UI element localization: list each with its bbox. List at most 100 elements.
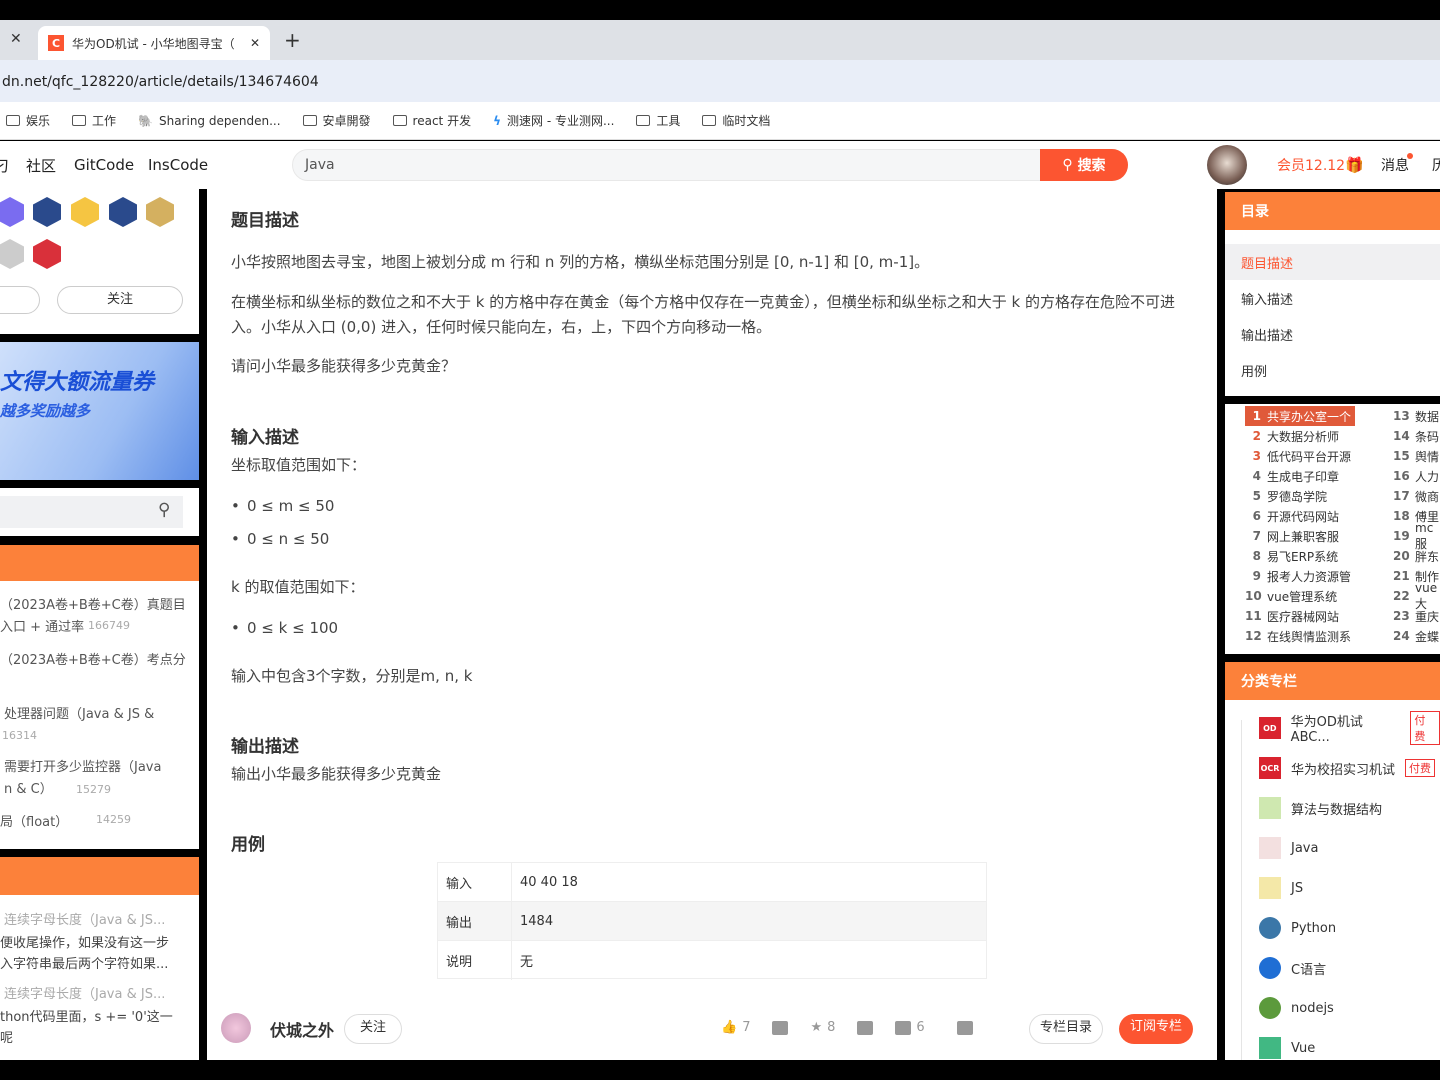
folder-icon [6,115,20,126]
hot-search-item[interactable]: 23 重庆 [1393,606,1440,626]
close-tab-icon[interactable]: ✕ [250,36,260,50]
promo-banner[interactable]: 文得大额流量券 越多奖励越多 [0,342,199,480]
hot-search-item[interactable]: 15 舆情 [1393,446,1440,466]
toc-item-description[interactable]: 题目描述 [1225,244,1440,280]
favorite-button[interactable]: ★ 8 [810,1020,835,1035]
comment-button[interactable]: 6 [895,1020,925,1035]
hot-search-item[interactable]: 2 大数据分析师 [1245,426,1355,446]
address-bar[interactable]: dn.net/qfc_128220/article/details/134674… [0,60,1440,102]
rank-number: 4 [1252,469,1261,483]
nav-gitcode[interactable]: GitCode [74,156,134,174]
hot-search-label: 金蝶 [1415,629,1440,644]
follow-author-button[interactable]: 关注 [344,1014,402,1044]
rank-number: 10 [1245,589,1262,603]
column-item[interactable]: Python [1225,908,1440,948]
hot-search-item[interactable]: 8 易飞ERP系统 [1245,546,1355,566]
hot-search-item[interactable]: 22 vue大 [1393,581,1440,611]
bookmark-item[interactable]: 娱乐 [6,112,50,129]
like-button[interactable]: 👍 7 [721,1020,750,1035]
hot-article[interactable]: （2023A卷+B卷+C卷）考点分 [0,649,186,668]
hot-search-item[interactable]: 4 生成电子印章 [1245,466,1355,486]
table-row: 说明无 [438,941,986,980]
active-tab[interactable]: C 华为OD机试 - 小华地图寻宝（ ✕ [38,26,270,60]
column-item[interactable]: nodejs [1225,988,1440,1028]
hot-search-label: 舆情 [1415,449,1440,464]
hot-search-item[interactable]: 9 报考人力资源管 [1245,566,1355,586]
bookmark-item[interactable]: ϟ 测速网 - 专业测网... [493,112,614,129]
author-name[interactable]: 伏城之外 [270,1017,334,1041]
history-link[interactable]: 历 [1432,155,1440,175]
toc-item-input[interactable]: 输入描述 [1225,280,1440,316]
hot-search-item[interactable]: 6 开源代码网站 [1245,506,1355,526]
bookmark-item[interactable]: react 开发 [392,112,471,129]
section-heading-output: 输出描述 [231,737,299,757]
close-tab-icon[interactable]: ✕ [10,31,22,47]
reward-button[interactable] [857,1020,874,1035]
hot-article[interactable]: （2023A卷+B卷+C卷）真题目 入口 + 通过率 [0,595,186,639]
toc-item-example[interactable]: 用例 [1225,352,1440,388]
hot-search-item[interactable]: 13 数据 [1393,406,1440,426]
row-value: 无 [520,955,534,970]
column-item[interactable]: Java [1225,828,1440,868]
hot-search-item[interactable]: 17 微商 [1393,486,1440,506]
subscribe-column-button[interactable]: 订阅专栏 [1119,1014,1193,1044]
hot-search-item[interactable]: 12 在线舆情监测系 [1245,626,1355,646]
hot-search-item[interactable]: 5 罗德岛学院 [1245,486,1355,506]
message-author-button[interactable] [0,286,40,314]
author-avatar[interactable] [221,1013,251,1043]
speedtest-icon: ϟ [493,113,501,128]
search-input[interactable]: Java [292,149,1128,181]
blog-search-input[interactable] [0,496,183,528]
hot-search-item[interactable]: 3 低代码平台开源 [1245,446,1355,466]
columns-header: 分类专栏 [1225,662,1440,700]
comment-count: 6 [916,1020,925,1035]
hot-search-item[interactable]: 16 人力 [1393,466,1440,486]
folder-icon [636,115,651,126]
hot-article[interactable]: 局（float） [0,811,68,830]
nav-community[interactable]: 社区 [26,155,56,176]
new-tab-button[interactable]: + [284,28,301,52]
comment-article[interactable]: 连续字母长度（Java & JS... [4,909,165,928]
user-avatar[interactable] [1207,145,1247,185]
nav-item[interactable]: 刁 [0,155,9,176]
column-name: 算法与数据结构 [1291,802,1383,818]
tab-title: 华为OD机试 - 小华地图寻宝（ [72,36,235,51]
share-button[interactable] [956,1020,973,1035]
comment-text: thon代码里面，s += '0'这一 [0,1010,173,1025]
hot-search-item[interactable]: 11 医疗器械网站 [1245,606,1355,626]
hot-article[interactable]: 处理器问题（Java & JS & [4,703,154,722]
vip-link[interactable]: 会员12.12 [1277,155,1345,175]
hot-search-item[interactable]: 1 共享办公室一个 [1245,406,1355,426]
column-item[interactable]: JS [1225,868,1440,908]
hot-search-label: 大数据分析师 [1267,429,1340,444]
hot-search-item[interactable]: 24 金蝶 [1393,626,1440,646]
bookmark-item[interactable]: 🐘 Sharing dependen... [138,114,281,128]
column-item[interactable]: 算法与数据结构 [1225,788,1440,828]
hot-search-item[interactable]: 20 胖东 [1393,546,1440,566]
messages-link[interactable]: 消息 [1381,155,1409,175]
toc-item-output[interactable]: 输出描述 [1225,316,1440,352]
bookmark-label: 工具 [656,114,681,128]
rank-number: 3 [1252,449,1261,463]
nav-inscode[interactable]: InsCode [148,156,208,174]
comment-article[interactable]: 连续字母长度（Java & JS... [4,983,165,1002]
csdn-favicon-icon: C [48,35,64,51]
hot-search-item[interactable]: 14 条码 [1393,426,1440,446]
search-icon[interactable]: ⚲ [158,500,170,520]
bookmark-item[interactable]: 工作 [72,112,116,129]
dislike-button[interactable] [772,1020,789,1035]
hot-search-item[interactable]: 10 vue管理系统 [1245,586,1355,606]
hot-search-item[interactable]: 7 网上兼职客服 [1245,526,1355,546]
column-item[interactable]: OCR 华为校招实习机试 付费 [1225,748,1440,788]
hot-search-item[interactable]: 19 mc服 [1393,521,1440,551]
follow-button[interactable]: 关注 [57,286,183,314]
search-button[interactable]: ⚲ 搜索 [1040,149,1128,181]
column-item[interactable]: C语言 [1225,948,1440,988]
rank-number: 5 [1252,489,1261,503]
column-item[interactable]: Vue [1225,1028,1440,1068]
bookmark-item[interactable]: 临时文档 [702,112,770,129]
column-item[interactable]: OD 华为OD机试ABC... 付费 [1225,708,1440,748]
bookmark-item[interactable]: 工具 [636,112,680,129]
bookmark-item[interactable]: 安卓開發 [302,112,371,129]
column-toc-button[interactable]: 专栏目录 [1029,1014,1103,1044]
